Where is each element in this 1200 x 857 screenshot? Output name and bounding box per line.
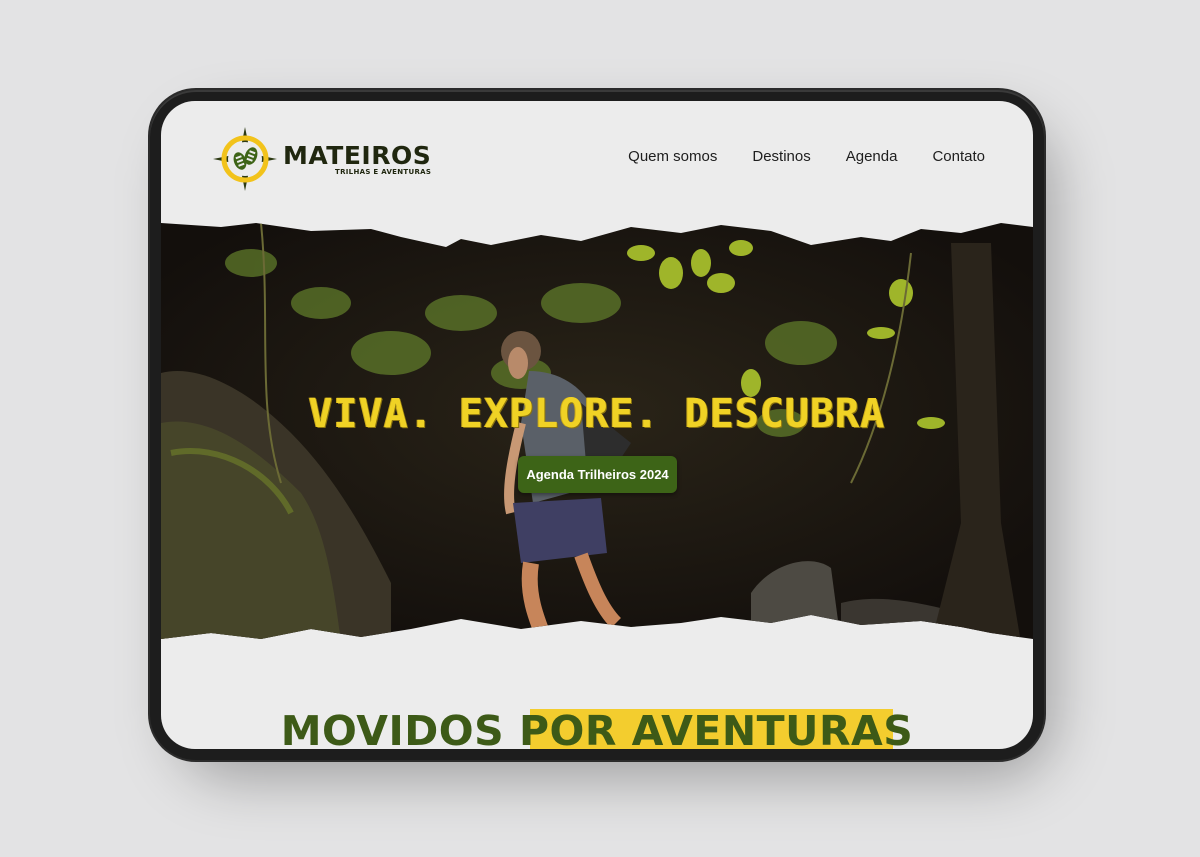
section-heading-part1: MOVIDOS bbox=[280, 707, 519, 749]
nav-item-quem-somos[interactable]: Quem somos bbox=[628, 148, 717, 165]
nav-item-contato[interactable]: Contato bbox=[932, 148, 985, 165]
logo[interactable]: MATEIROS TRILHAS E AVENTURAS bbox=[211, 125, 431, 193]
compass-footprints-icon bbox=[213, 127, 277, 191]
agenda-trilheiros-button[interactable]: Agenda Trilheiros 2024 bbox=[518, 456, 677, 493]
main-nav: Quem somos Destinos Agenda Contato bbox=[628, 148, 985, 165]
hero-banner: VIVA. EXPLORE. DESCUBRA Agenda Trilheiro… bbox=[161, 223, 1033, 643]
tablet-frame: MATEIROS TRILHAS E AVENTURAS Quem somos … bbox=[150, 90, 1044, 760]
site-header: MATEIROS TRILHAS E AVENTURAS Quem somos … bbox=[161, 101, 1033, 223]
nav-item-agenda[interactable]: Agenda bbox=[846, 148, 898, 165]
logo-subtitle: TRILHAS E AVENTURAS bbox=[335, 167, 432, 176]
section-heading-part2: POR AVENTURAS bbox=[518, 707, 914, 749]
hero-title: VIVA. EXPLORE. DESCUBRA bbox=[308, 391, 886, 437]
nav-item-destinos[interactable]: Destinos bbox=[752, 148, 810, 165]
screen: MATEIROS TRILHAS E AVENTURAS Quem somos … bbox=[161, 101, 1033, 749]
section-heading: MOVIDOS POR AVENTURAS bbox=[161, 707, 1033, 749]
logo-title: MATEIROS bbox=[283, 140, 432, 170]
